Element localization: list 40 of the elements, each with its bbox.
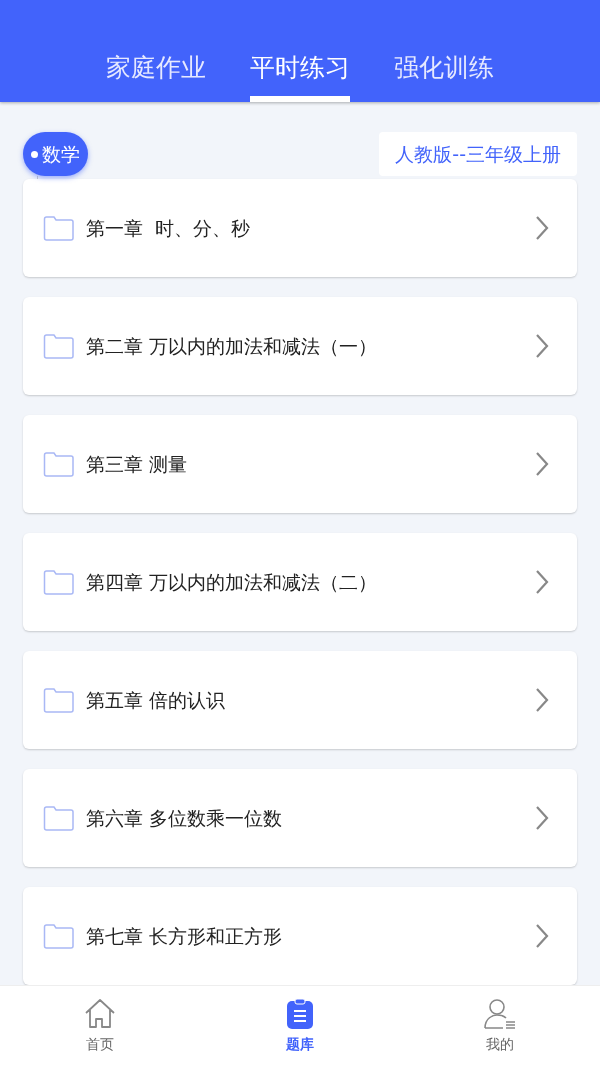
- chapter-card[interactable]: 第二章 万以内的加法和减法（一）: [23, 297, 577, 395]
- folder-icon: [43, 569, 74, 595]
- chevron-right-icon: [535, 923, 549, 949]
- home-icon: [84, 998, 116, 1030]
- user-icon: [483, 998, 517, 1030]
- chapter-card[interactable]: 第一章 时、分、秒: [23, 179, 577, 277]
- folder-icon: [43, 451, 74, 477]
- clipboard-icon: [286, 998, 314, 1030]
- tab[interactable]: 平时练习: [250, 52, 350, 102]
- chevron-right-icon: [535, 569, 549, 595]
- chapter-card[interactable]: 第三章 测量: [23, 415, 577, 513]
- chevron-right-icon: [535, 215, 549, 241]
- chapter-title: 第六章 多位数乘一位数: [86, 805, 284, 831]
- subject-pill[interactable]: 数学: [23, 132, 88, 176]
- subject-label: 数学: [42, 141, 80, 167]
- folder-icon: [43, 687, 74, 713]
- tab[interactable]: 家庭作业: [106, 52, 206, 102]
- folder-icon: [43, 923, 74, 949]
- folder-icon: [43, 805, 74, 831]
- tab[interactable]: 强化训练: [394, 52, 494, 102]
- chevron-right-icon: [535, 333, 549, 359]
- chapter-card[interactable]: 第五章 倍的认识: [23, 651, 577, 749]
- chapter-title: 第七章 长方形和正方形: [86, 923, 284, 949]
- chapter-title: 第二章 万以内的加法和减法（一）: [86, 333, 379, 359]
- nav-tab[interactable]: 首页: [0, 986, 200, 1067]
- chapter-title: 第三章 测量: [86, 451, 189, 477]
- folder-icon: [43, 215, 74, 241]
- chevron-right-icon: [535, 687, 549, 713]
- chapter-card[interactable]: 第六章 多位数乘一位数: [23, 769, 577, 867]
- nav-tab[interactable]: 题库: [200, 986, 400, 1067]
- chapter-title: 第一章 时、分、秒: [86, 215, 252, 241]
- chapter-title: 第四章 万以内的加法和减法（二）: [86, 569, 379, 595]
- chevron-right-icon: [535, 805, 549, 831]
- chapter-card[interactable]: 第七章 长方形和正方形: [23, 887, 577, 985]
- folder-icon: [43, 333, 74, 359]
- chapter-card[interactable]: 第四章 万以内的加法和减法（二）: [23, 533, 577, 631]
- nav-tab[interactable]: 我的: [400, 986, 600, 1067]
- textbook-label[interactable]: 人教版--三年级上册: [379, 132, 577, 176]
- chapter-title: 第五章 倍的认识: [86, 687, 227, 713]
- chevron-right-icon: [535, 451, 549, 477]
